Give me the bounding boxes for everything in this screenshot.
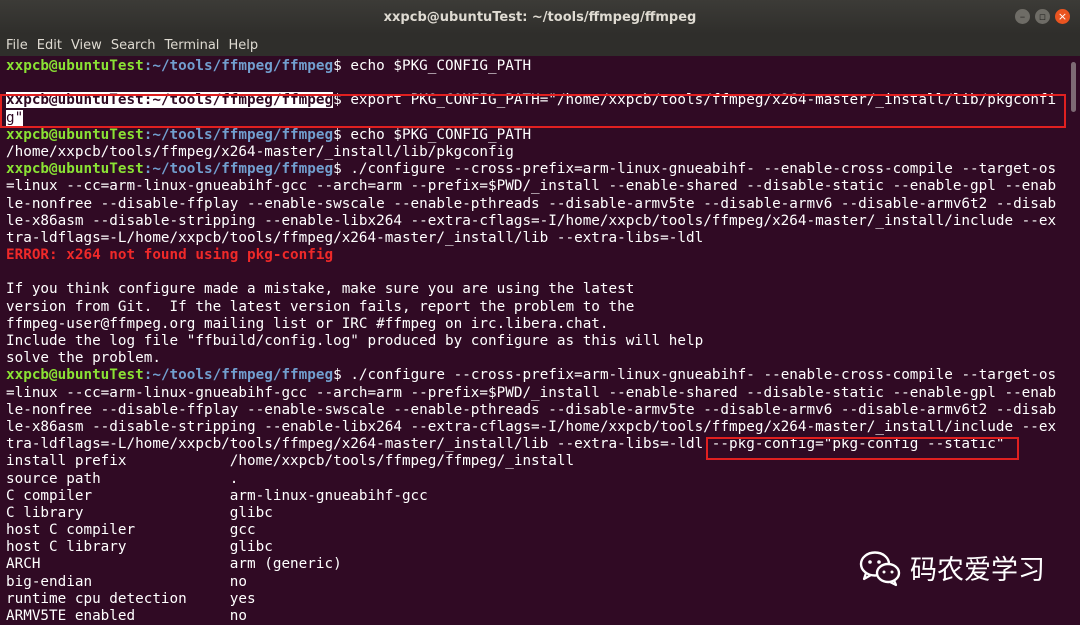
terminal-line: le-nonfree --disable-ffplay --enable-sws… (6, 402, 1066, 419)
prompt-path: :~/tools/ffmpeg/ffmpeg (143, 161, 334, 178)
command-text: $ ./configure --cross-prefix=arm-linux-g… (333, 161, 1057, 178)
export-command-highlight (0, 94, 1066, 128)
output-text: le-x86asm --disable-stripping --enable-l… (6, 212, 1057, 229)
scrollbar-thumb[interactable] (1071, 62, 1076, 112)
terminal-line: xxpcb@ubuntuTest:~/tools/ffmpeg/ffmpeg$ … (6, 367, 1066, 384)
terminal-line: If you think configure made a mistake, m… (6, 281, 1066, 298)
output-text: tra-ldflags=-L/home/xxpcb/tools/ffmpeg/x… (6, 229, 704, 246)
output-text: /home/xxpcb/tools/ffmpeg/x264-master/_in… (6, 143, 514, 160)
maximize-button[interactable]: ▫ (1035, 9, 1050, 24)
menu-file[interactable]: File (6, 38, 28, 53)
output-text: C library glibc (6, 504, 273, 521)
minimize-button[interactable]: – (1015, 9, 1030, 24)
output-text: =linux --cc=arm-linux-gnueabihf-gcc --ar… (6, 384, 1057, 401)
output-text: big-endian no (6, 573, 248, 590)
output-text: install prefix /home/xxpcb/tools/ffmpeg/… (6, 453, 575, 470)
watermark: 码农爱学习 (858, 548, 1045, 587)
output-text: If you think configure made a mistake, m… (6, 281, 635, 298)
output-text: le-x86asm --disable-stripping --enable-l… (6, 418, 1057, 435)
prompt-user: xxpcb@ubuntuTest (6, 58, 144, 74)
menu-terminal[interactable]: Terminal (164, 38, 219, 53)
command-text: $ ./configure --cross-prefix=arm-linux-g… (333, 367, 1057, 384)
output-text: le-nonfree --disable-ffplay --enable-sws… (6, 195, 1057, 212)
terminal-line: C library glibc (6, 505, 1066, 522)
terminal-output[interactable]: xxpcb@ubuntuTest:~/tools/ffmpeg/ffmpeg$ … (6, 58, 1066, 624)
output-text: host C library glibc (6, 539, 273, 556)
prompt-user: xxpcb@ubuntuTest (6, 126, 144, 143)
prompt: xxpcb@ubuntuTest:~/tools/ffmpeg/ffmpeg (6, 161, 333, 177)
output-text: version from Git. If the latest version … (6, 298, 635, 315)
output-text: ARMV5TE enabled no (6, 608, 248, 624)
prompt: xxpcb@ubuntuTest:~/tools/ffmpeg/ffmpeg (6, 58, 333, 74)
terminal-line: solve the problem. (6, 350, 1066, 367)
terminal-line: C compiler arm-linux-gnueabihf-gcc (6, 488, 1066, 505)
window-controls: – ▫ × (1015, 9, 1070, 24)
terminal-line: le-x86asm --disable-stripping --enable-l… (6, 213, 1066, 230)
terminal-line: =linux --cc=arm-linux-gnueabihf-gcc --ar… (6, 385, 1066, 402)
command-text: $ echo $PKG_CONFIG_PATH (333, 126, 532, 143)
command-text: $ echo $PKG_CONFIG_PATH (333, 58, 532, 74)
output-text: le-nonfree --disable-ffplay --enable-sws… (6, 401, 1057, 418)
terminal-line: ARMV5TE enabled no (6, 608, 1066, 625)
prompt-path: :~/tools/ffmpeg/ffmpeg (143, 58, 334, 74)
scrollbar[interactable] (1066, 56, 1080, 616)
output-text: =linux --cc=arm-linux-gnueabihf-gcc --ar… (6, 178, 1057, 195)
terminal-line: host C compiler gcc (6, 522, 1066, 539)
menu-help[interactable]: Help (228, 38, 258, 53)
wechat-icon (859, 550, 901, 586)
error-text: ERROR: x264 not found using pkg-config (6, 247, 334, 264)
terminal-line: le-x86asm --disable-stripping --enable-l… (6, 419, 1066, 436)
terminal-line: source path . (6, 471, 1066, 488)
close-button[interactable]: × (1055, 9, 1070, 24)
output-text: solve the problem. (6, 350, 161, 367)
output-text: ffmpeg-user@ffmpeg.org mailing list or I… (6, 315, 609, 332)
terminal-line: tra-ldflags=-L/home/xxpcb/tools/ffmpeg/x… (6, 230, 1066, 247)
prompt: xxpcb@ubuntuTest:~/tools/ffmpeg/ffmpeg (6, 127, 333, 143)
prompt-user: xxpcb@ubuntuTest (6, 367, 144, 384)
output-text: ARCH arm (generic) (6, 556, 342, 573)
terminal-window: xxpcb@ubuntuTest: ~/tools/ffmpeg/ffmpeg … (0, 0, 1080, 624)
terminal-line: Include the log file "ffbuild/config.log… (6, 333, 1066, 350)
terminal-line: =linux --cc=arm-linux-gnueabihf-gcc --ar… (6, 178, 1066, 195)
pkg-config-option-highlight (706, 437, 1019, 460)
terminal-line: runtime cpu detection yes (6, 591, 1066, 608)
menu-search[interactable]: Search (111, 38, 156, 53)
title-bar[interactable]: xxpcb@ubuntuTest: ~/tools/ffmpeg/ffmpeg … (0, 0, 1080, 34)
terminal-line: le-nonfree --disable-ffplay --enable-sws… (6, 196, 1066, 213)
terminal-line: version from Git. If the latest version … (6, 299, 1066, 316)
terminal-line: ffmpeg-user@ffmpeg.org mailing list or I… (6, 316, 1066, 333)
menu-edit[interactable]: Edit (37, 38, 62, 53)
watermark-text: 码农爱学习 (910, 555, 1045, 586)
terminal-line: /home/xxpcb/tools/ffmpeg/x264-master/_in… (6, 144, 1066, 161)
terminal-line: ERROR: x264 not found using pkg-config (6, 247, 1066, 264)
window-title: xxpcb@ubuntuTest: ~/tools/ffmpeg/ffmpeg (383, 9, 697, 25)
output-text: runtime cpu detection yes (6, 590, 256, 607)
terminal-line: xxpcb@ubuntuTest:~/tools/ffmpeg/ffmpeg$ … (6, 58, 1066, 75)
output-text: host C compiler gcc (6, 522, 256, 539)
prompt-path: :~/tools/ffmpeg/ffmpeg (143, 367, 334, 384)
prompt-path: :~/tools/ffmpeg/ffmpeg (143, 126, 334, 143)
output-text: C compiler arm-linux-gnueabihf-gcc (6, 487, 428, 504)
menu-view[interactable]: View (71, 38, 102, 53)
menu-bar: File Edit View Search Terminal Help (0, 34, 1080, 56)
terminal-line: xxpcb@ubuntuTest:~/tools/ffmpeg/ffmpeg$ … (6, 161, 1066, 178)
prompt-user: xxpcb@ubuntuTest (6, 161, 144, 178)
terminal-line: xxpcb@ubuntuTest:~/tools/ffmpeg/ffmpeg$ … (6, 127, 1066, 144)
prompt: xxpcb@ubuntuTest:~/tools/ffmpeg/ffmpeg (6, 367, 333, 383)
output-text: Include the log file "ffbuild/config.log… (6, 333, 704, 349)
output-text: source path . (6, 470, 239, 487)
